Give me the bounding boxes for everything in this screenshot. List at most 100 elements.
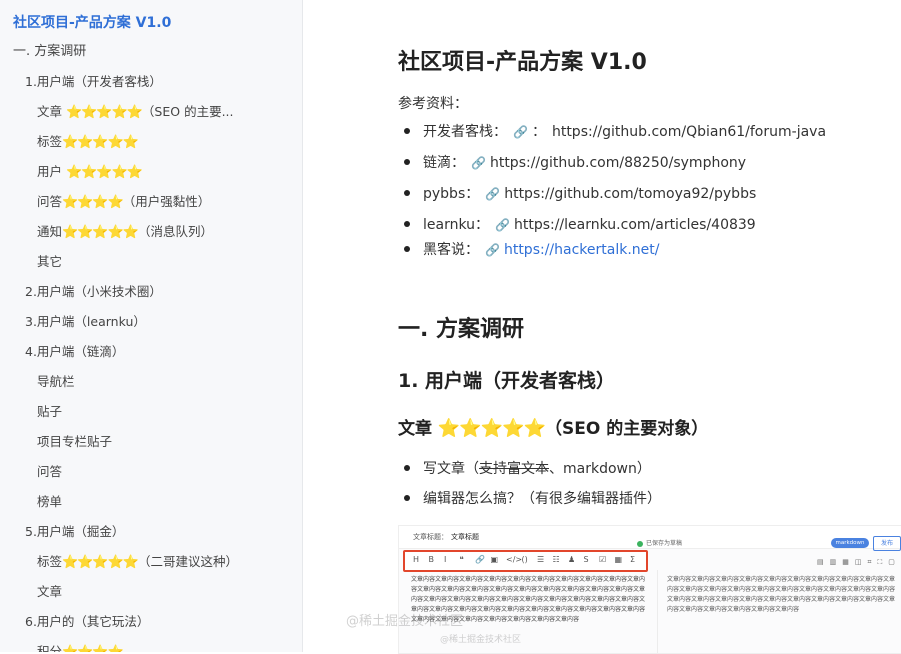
document-main: 社区项目-产品方案 V1.0 参考资料： 开发者客栈： 🔗： https://git…: [303, 0, 901, 654]
toc-item-label: 6.用户的（其它玩法）: [25, 614, 150, 629]
toc-item[interactable]: 一. 方案调研: [13, 43, 86, 61]
toc-item-label: 问答: [37, 464, 63, 479]
list-text: 编辑器怎么搞？（有很多编辑器插件）: [423, 491, 661, 507]
toc-item[interactable]: 2.用户端（小米技术圈）: [25, 283, 162, 301]
reference-name: 链滴：: [423, 155, 465, 171]
reference-name: pybbs：: [423, 186, 480, 202]
toc-item-label: 1.用户端（开发者客栈）: [25, 74, 162, 89]
toc-item-label: 4.用户端（链滴）: [25, 344, 125, 359]
star-rating: ⭐⭐⭐⭐⭐: [65, 105, 143, 120]
toolbar-icon: S: [583, 555, 589, 564]
toc-item-label: 5.用户端（掘金）: [25, 524, 125, 539]
star-rating: ⭐⭐⭐⭐⭐: [437, 418, 546, 439]
toc-item[interactable]: 榜单: [37, 493, 62, 511]
saved-text: 已保存为草稿: [646, 540, 683, 547]
star-rating: ⭐⭐⭐⭐: [62, 645, 124, 652]
toc-title[interactable]: 社区项目-产品方案 V1.0: [13, 12, 171, 32]
toc-item[interactable]: 导航栏: [37, 373, 75, 391]
list-text-suffix: 、markdown）: [549, 461, 651, 477]
toc-item[interactable]: 问答: [37, 463, 62, 481]
watermark: @稀土掘金技术社区: [346, 614, 464, 629]
toolbar-icon: </>: [506, 555, 523, 564]
toolbar-icon: H: [413, 555, 420, 564]
editor-title-value: 文章标题: [451, 533, 479, 541]
toc-item[interactable]: 文章: [37, 583, 62, 601]
toolbar-icon: B: [428, 555, 435, 564]
toc-item[interactable]: 项目专栏贴子: [37, 433, 112, 451]
reference-url[interactable]: https://github.com/Qbian61/forum-java: [552, 124, 826, 140]
bullet-icon: [404, 465, 410, 471]
reference-url[interactable]: https://github.com/tomoya92/pybbs: [504, 186, 756, 202]
reference-url[interactable]: https://learnku.com/articles/40839: [514, 217, 756, 233]
toolbar-icon: ☑: [599, 555, 607, 564]
check-icon: [637, 540, 643, 547]
heading-text: 文章: [398, 419, 438, 439]
toc-item-label: 贴子: [37, 404, 63, 419]
toc-item[interactable]: 贴子: [37, 403, 62, 421]
section-heading-3: 文章 ⭐⭐⭐⭐⭐（SEO 的主要对象）: [398, 414, 708, 439]
toc-item-label: 积分: [37, 644, 63, 652]
toolbar-icon: ▦: [614, 555, 623, 564]
toc-item-label: 通知: [37, 224, 63, 239]
toc-item-label: 标签: [37, 554, 63, 569]
editor-header: 文章标题： 文章标题 已保存为草稿 markdown 发布: [399, 526, 901, 551]
ref-label: 参考资料：: [398, 96, 468, 112]
star-rating: ⭐⭐⭐⭐⭐: [62, 135, 139, 150]
bullet-icon: [404, 495, 410, 501]
toc-item-suffix: （二哥建议这种）: [137, 554, 238, 569]
toc-item[interactable]: 标签⭐⭐⭐⭐⭐: [37, 133, 139, 152]
toolbar-icon: ▣: [490, 555, 499, 564]
reference-name: learnku：: [423, 217, 490, 233]
reference-separator: ：: [531, 124, 546, 140]
star-rating: ⭐⭐⭐⭐: [62, 195, 124, 210]
toc-item[interactable]: 4.用户端（链滴）: [25, 343, 124, 361]
toc-item-label: 文章: [37, 584, 63, 599]
list-item: 写文章（支持富文本、markdown）: [398, 458, 651, 478]
toc-item[interactable]: 1.用户端（开发者客栈）: [25, 73, 162, 91]
toc-item[interactable]: 问答⭐⭐⭐⭐（用户强黏性）: [37, 193, 210, 212]
link-icon: 🔗: [513, 125, 528, 139]
strikethrough-text: 支持富文本: [479, 461, 549, 477]
toolbar-icon: (): [521, 555, 528, 564]
reference-url[interactable]: https://github.com/88250/symphony: [490, 155, 746, 171]
toc-item-label: 3.用户端（learnku）: [25, 314, 146, 329]
toc-item-label: 榜单: [37, 494, 63, 509]
toc-item[interactable]: 6.用户的（其它玩法）: [25, 613, 149, 631]
toc-item[interactable]: 通知⭐⭐⭐⭐⭐（消息队列）: [37, 223, 213, 242]
heading-suffix: （SEO 的主要对象）: [544, 419, 709, 439]
reference-item: 开发者客栈： 🔗： https://github.com/Qbian61/forum…: [398, 122, 826, 142]
toc-item[interactable]: 其它: [37, 253, 62, 271]
toc-item-label: 项目专栏贴子: [37, 434, 113, 449]
star-rating: ⭐⭐⭐⭐⭐: [62, 555, 139, 570]
toc-item[interactable]: 5.用户端（掘金）: [25, 523, 124, 541]
bullet-icon: [404, 221, 410, 227]
toc-item[interactable]: 3.用户端（learnku）: [25, 313, 146, 331]
link-icon: 🔗: [495, 218, 510, 232]
markdown-toggle: markdown: [831, 538, 869, 548]
watermark-small: @稀土掘金技术社区: [440, 635, 522, 645]
toc-item-label: 用户: [37, 164, 66, 179]
bullet-icon: [404, 128, 410, 134]
bullet-icon: [404, 246, 410, 252]
reference-name: 黑客说：: [423, 242, 479, 258]
pane-divider: [657, 570, 658, 653]
toc-sidebar: 社区项目-产品方案 V1.0 一. 方案调研 1.用户端（开发者客栈） 文章 ⭐⭐⭐…: [0, 0, 303, 652]
toc-item[interactable]: 文章 ⭐⭐⭐⭐⭐（SEO 的主要...: [37, 103, 234, 122]
editor-title-label: 文章标题：: [413, 533, 448, 541]
link-icon: 🔗: [471, 156, 486, 170]
section-heading-1: 一. 方案调研: [398, 317, 525, 342]
reference-url[interactable]: https://hackertalk.net/: [504, 242, 660, 258]
toolbar-icon: ☷: [552, 555, 560, 564]
preview-body: 文章内容文章内容文章内容文章内容文章内容文章内容文章内容文章内容文章内容文章内容…: [667, 576, 896, 613]
toolbar-icon: ♟: [568, 555, 576, 564]
toc-item[interactable]: 标签⭐⭐⭐⭐⭐（二哥建议这种）: [37, 553, 238, 572]
section-heading-2: 1. 用户端（开发者客栈）: [398, 370, 616, 392]
toc-item[interactable]: 用户 ⭐⭐⭐⭐⭐: [37, 163, 143, 182]
star-rating: ⭐⭐⭐⭐⭐: [62, 225, 139, 240]
toc-item-label: 文章: [37, 104, 66, 119]
preview-toolbar: ▤▥▦◫⌗⛶▢: [817, 558, 901, 566]
list-item: 编辑器怎么搞？（有很多编辑器插件）: [398, 488, 661, 508]
toc-item[interactable]: 积分⭐⭐⭐⭐: [37, 643, 124, 652]
toolbar-icon: 🔗: [475, 555, 485, 564]
list-text: 写文章（: [423, 461, 479, 477]
